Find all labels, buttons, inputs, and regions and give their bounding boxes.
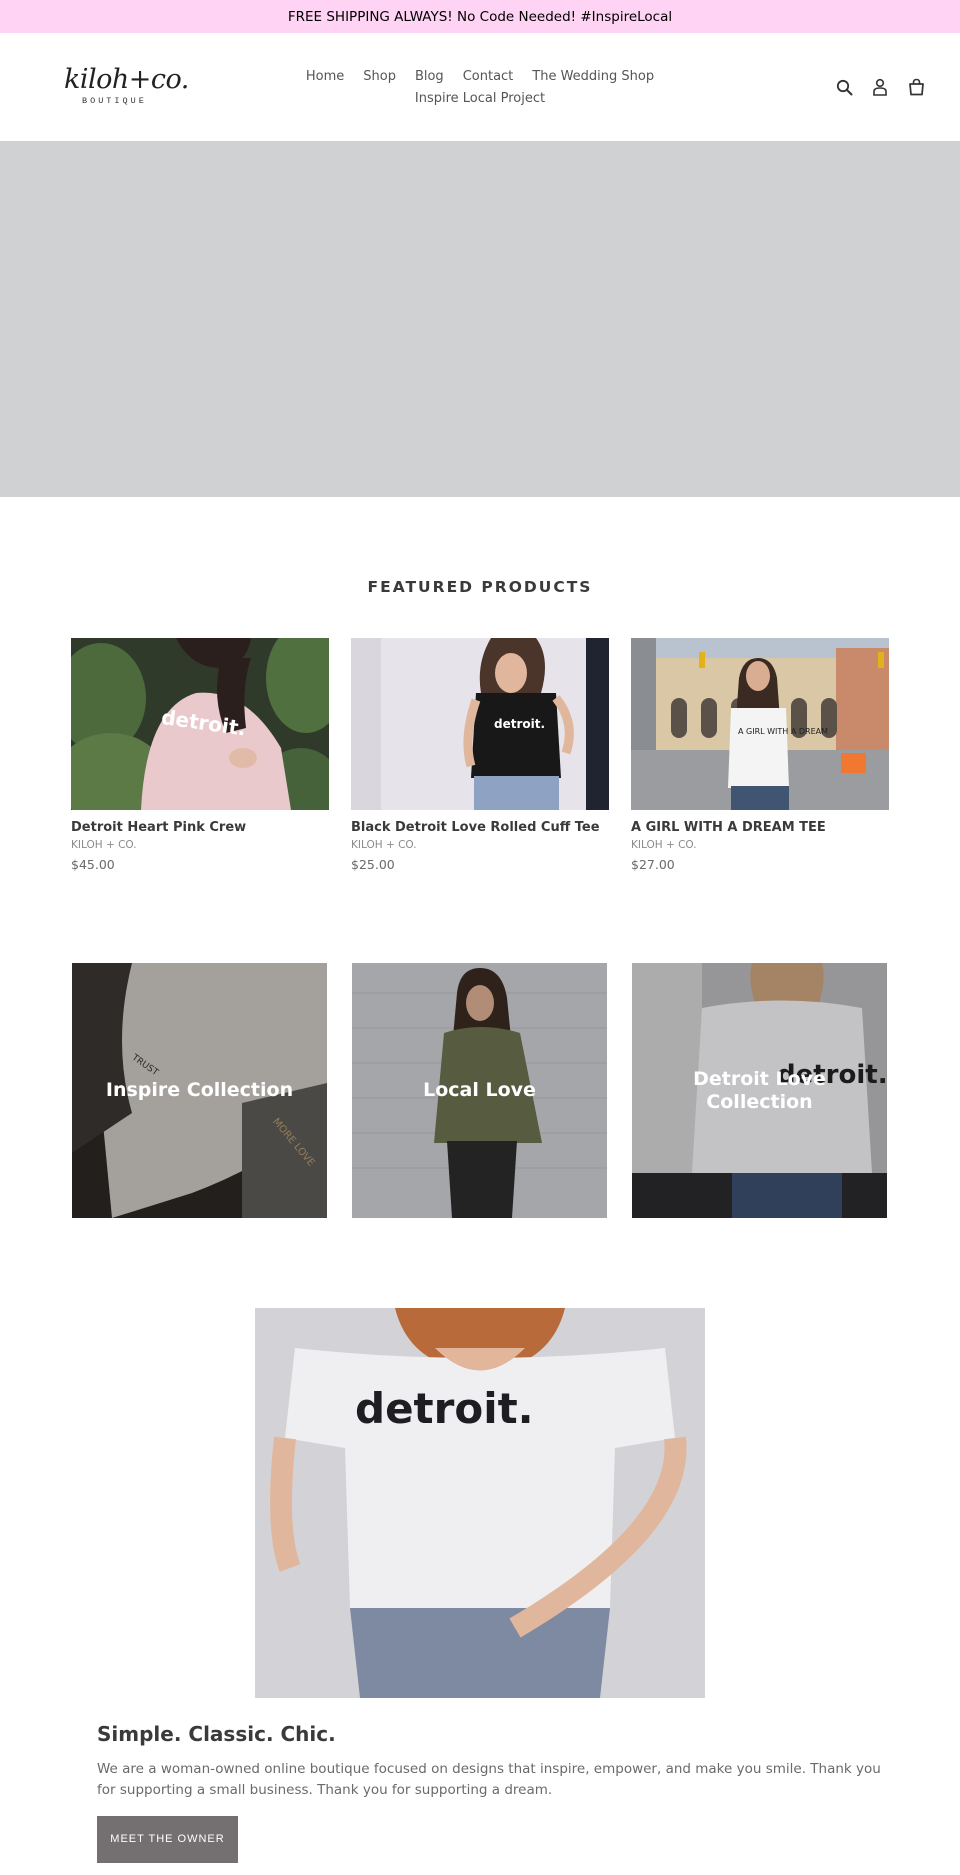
nav-contact[interactable]: Contact <box>463 66 514 88</box>
collection-card[interactable]: Local Love <box>352 963 607 1218</box>
product-name[interactable]: Black Detroit Love Rolled Cuff Tee <box>351 820 609 835</box>
product-name[interactable]: Detroit Heart Pink Crew <box>71 820 329 835</box>
hero-slideshow[interactable] <box>0 141 960 497</box>
collection-title[interactable]: Local Love <box>352 963 607 1218</box>
collection-card[interactable]: TRUST MORE LOVE Inspire Collection <box>72 963 327 1218</box>
announcement-text: FREE SHIPPING ALWAYS! No Code Needed! #I… <box>287 8 673 25</box>
product-vendor: KILOH + CO. <box>351 839 417 851</box>
collection-card[interactable]: detroit. Detroit Love Collection <box>632 963 887 1218</box>
product-price: $27.00 <box>631 857 675 872</box>
product-price: $25.00 <box>351 857 395 872</box>
collection-title[interactable]: Detroit Love Collection <box>632 963 887 1218</box>
announcement-bar: FREE SHIPPING ALWAYS! No Code Needed! #I… <box>0 0 960 33</box>
product-image[interactable]: A GIRL WITH A DREAM <box>631 638 889 810</box>
product-vendor: KILOH + CO. <box>71 839 137 851</box>
logo-subtitle: BOUTIQUE <box>82 96 147 106</box>
logo-script: kiloh+co. <box>64 64 189 95</box>
about-title: Simple. Classic. Chic. <box>97 1722 336 1746</box>
product-card[interactable]: detroit. Detroit Heart Pink Crew KILOH +… <box>71 638 329 872</box>
product-image-text: A GIRL WITH A DREAM <box>738 727 828 736</box>
product-card[interactable]: A GIRL WITH A DREAM A GIRL WITH A DREAM … <box>631 638 889 872</box>
meet-the-owner-button[interactable]: MEET THE OWNER <box>97 1816 238 1863</box>
product-image[interactable]: detroit. <box>71 638 329 810</box>
featured-products-title: FEATURED PRODUCTS <box>367 578 593 596</box>
search-icon[interactable] <box>834 77 854 97</box>
product-image[interactable]: detroit. <box>351 638 609 810</box>
collection-title[interactable]: Inspire Collection <box>72 963 327 1218</box>
product-image-text: detroit. <box>494 717 545 731</box>
feature-image: detroit. <box>255 1308 705 1698</box>
logo[interactable]: kiloh+co. BOUTIQUE <box>64 64 189 109</box>
product-price: $45.00 <box>71 857 115 872</box>
product-card[interactable]: detroit. Black Detroit Love Rolled Cuff … <box>351 638 609 872</box>
about-text: We are a woman-owned online boutique foc… <box>97 1761 881 1798</box>
cart-icon[interactable] <box>906 77 926 97</box>
nav-wedding-shop[interactable]: The Wedding Shop <box>532 66 654 88</box>
nav-shop[interactable]: Shop <box>363 66 396 88</box>
site-header: kiloh+co. BOUTIQUE Home Shop Blog Contac… <box>0 33 960 141</box>
product-name[interactable]: A GIRL WITH A DREAM TEE <box>631 820 889 835</box>
product-vendor: KILOH + CO. <box>631 839 697 851</box>
nav-home[interactable]: Home <box>306 66 344 88</box>
nav-blog[interactable]: Blog <box>415 66 444 88</box>
feature-shirt-text: detroit. <box>355 1384 534 1433</box>
header-icons <box>834 77 926 97</box>
account-icon[interactable] <box>870 77 890 97</box>
main-nav: Home Shop Blog Contact The Wedding Shop … <box>290 66 670 110</box>
nav-inspire-local-project[interactable]: Inspire Local Project <box>415 88 545 110</box>
